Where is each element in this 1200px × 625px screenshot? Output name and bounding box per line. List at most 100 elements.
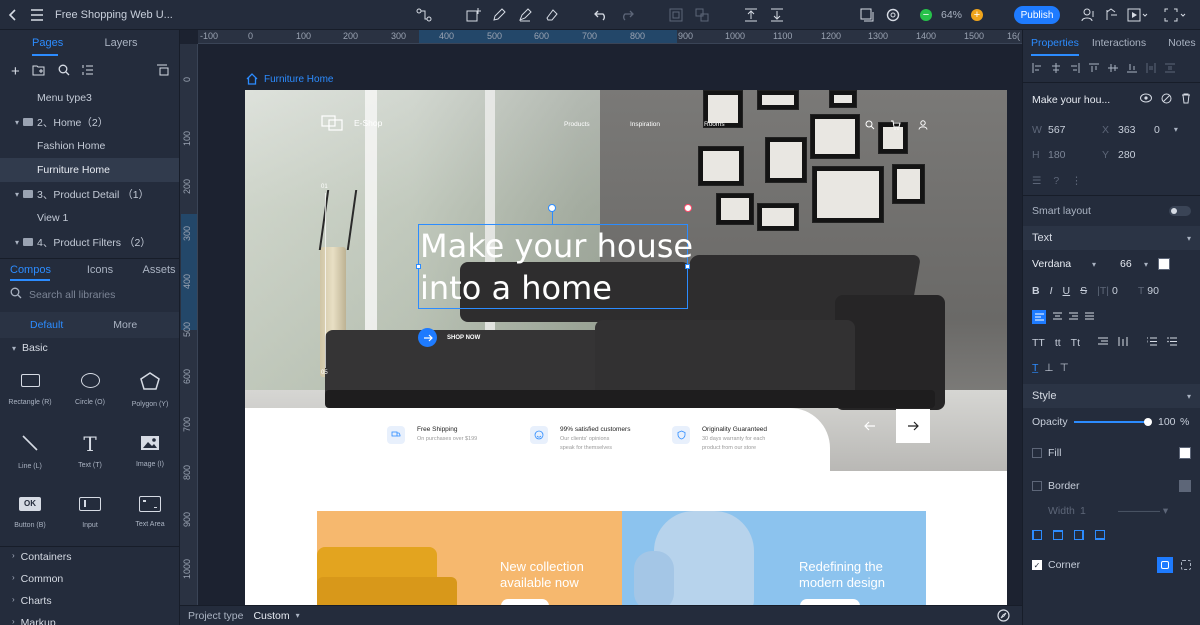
- strikethrough-icon[interactable]: S: [1080, 285, 1087, 297]
- opacity-value[interactable]: 100: [1158, 416, 1176, 428]
- visibility-icon[interactable]: [1140, 93, 1152, 107]
- chevron-down-icon[interactable]: ▾: [1187, 234, 1191, 243]
- tab-compos[interactable]: Compos: [10, 259, 51, 281]
- capitalize-icon[interactable]: Tt: [1071, 337, 1080, 349]
- zoom-level[interactable]: 64%: [941, 0, 962, 30]
- lowercase-icon[interactable]: tt: [1055, 337, 1061, 349]
- opacity-slider[interactable]: [1074, 418, 1152, 426]
- eraser-icon[interactable]: [544, 0, 558, 30]
- tab-notes[interactable]: Notes: [1168, 37, 1195, 49]
- font-size-field[interactable]: 66: [1120, 258, 1144, 270]
- collaborators-icon[interactable]: [1081, 0, 1097, 30]
- border-bottom-icon[interactable]: [1095, 530, 1105, 540]
- text-align-center-icon[interactable]: [1053, 311, 1062, 323]
- category-markup[interactable]: › Markup: [12, 617, 56, 625]
- back-icon[interactable]: [8, 0, 18, 30]
- component-polygon[interactable]: Polygon (Y): [120, 368, 179, 418]
- info-icon[interactable]: ⋮: [1071, 175, 1082, 187]
- columns-icon[interactable]: [1118, 337, 1129, 349]
- align-right-icon[interactable]: [1070, 62, 1080, 76]
- border-color-swatch[interactable]: [1179, 479, 1191, 492]
- library-search[interactable]: Search all libraries: [10, 287, 115, 302]
- fill-checkbox[interactable]: [1032, 447, 1042, 458]
- align-bottom-icon[interactable]: [770, 0, 784, 30]
- valign-middle-icon[interactable]: ⊥: [1044, 362, 1053, 374]
- component-text[interactable]: T Text (T): [60, 430, 120, 480]
- add-frame-icon[interactable]: [466, 0, 481, 30]
- chevron-down-icon[interactable]: ▾: [1174, 125, 1178, 134]
- tab-properties[interactable]: Properties: [1031, 30, 1079, 56]
- y-field[interactable]: 280: [1118, 149, 1136, 161]
- valign-top-icon[interactable]: T̲: [1032, 362, 1038, 374]
- valign-bottom-icon[interactable]: ⊤: [1060, 362, 1069, 374]
- tab-icons[interactable]: Icons: [80, 264, 120, 276]
- component-button[interactable]: OK Button (B): [0, 492, 60, 542]
- nav-inspiration[interactable]: Inspiration: [630, 121, 660, 128]
- tree-item-fashion-home[interactable]: Fashion Home: [0, 134, 179, 158]
- align-bottom-icon[interactable]: [1127, 63, 1137, 76]
- chevron-down-icon[interactable]: ▾: [296, 611, 300, 620]
- distribute-h-icon[interactable]: [1146, 62, 1156, 76]
- tab-more[interactable]: More: [113, 319, 137, 331]
- tree-item-menu-type3[interactable]: Menu type3: [0, 86, 179, 110]
- page-label[interactable]: Furniture Home: [246, 73, 333, 85]
- resize-handle[interactable]: [685, 264, 690, 269]
- chevron-down-icon[interactable]: ▾: [1187, 392, 1191, 401]
- undo-icon[interactable]: [594, 0, 608, 30]
- settings-icon[interactable]: [886, 0, 900, 30]
- redo-icon[interactable]: [620, 0, 634, 30]
- tab-pages[interactable]: Pages: [32, 30, 63, 56]
- component-input[interactable]: Input: [60, 492, 120, 542]
- nav-products[interactable]: Products: [564, 121, 590, 128]
- chevron-right-icon[interactable]: ▾: [15, 238, 19, 247]
- align-top-icon[interactable]: [744, 0, 758, 30]
- style-section-header[interactable]: Style: [1032, 390, 1056, 402]
- element-name[interactable]: Make your hou...: [1032, 94, 1110, 106]
- tab-interactions[interactable]: Interactions: [1092, 37, 1146, 49]
- fill-color-swatch[interactable]: [1179, 446, 1191, 459]
- basic-section-header[interactable]: ▾ Basic: [12, 342, 48, 354]
- text-align-left-icon[interactable]: [1032, 310, 1046, 324]
- letter-spacing-field[interactable]: |T| 0: [1097, 285, 1118, 297]
- connector-icon[interactable]: [416, 0, 432, 30]
- smart-layout-toggle[interactable]: [1169, 206, 1191, 216]
- chevron-down-icon[interactable]: ▾: [1092, 260, 1120, 269]
- uppercase-icon[interactable]: TT: [1032, 337, 1045, 349]
- delete-icon[interactable]: [1181, 93, 1191, 107]
- slider-next-button[interactable]: [896, 409, 930, 443]
- zoom-in-icon[interactable]: +: [971, 0, 983, 30]
- underline-icon[interactable]: U: [1063, 285, 1071, 297]
- preview-size-icon[interactable]: [860, 0, 874, 30]
- pencil-icon[interactable]: [518, 0, 532, 30]
- bold-icon[interactable]: B: [1032, 285, 1040, 297]
- chevron-down-icon[interactable]: ▾: [15, 190, 19, 199]
- share-icon[interactable]: [1104, 0, 1118, 30]
- category-containers[interactable]: › Containers: [12, 551, 71, 563]
- numbered-list-icon[interactable]: [1146, 337, 1158, 349]
- help-icon[interactable]: ?: [1053, 175, 1059, 187]
- promo-card-new-collection[interactable]: New collection available now: [317, 511, 622, 605]
- text-justify-icon[interactable]: [1085, 311, 1094, 323]
- x-field[interactable]: 363: [1118, 124, 1154, 136]
- compass-icon[interactable]: [997, 609, 1010, 625]
- font-family-select[interactable]: Verdana: [1032, 258, 1092, 270]
- border-top-icon[interactable]: [1053, 530, 1063, 540]
- ungroup-icon[interactable]: [695, 0, 709, 30]
- corner-checkbox[interactable]: ✓: [1032, 560, 1042, 570]
- promo-card-modern-design[interactable]: Redefining the modern design: [622, 511, 926, 605]
- constraint-icon[interactable]: ☰: [1032, 175, 1041, 187]
- lock-icon[interactable]: [1161, 93, 1172, 107]
- text-section-header[interactable]: Text: [1032, 232, 1052, 244]
- line-height-field[interactable]: T 90: [1138, 285, 1159, 297]
- category-charts[interactable]: › Charts: [12, 595, 52, 607]
- component-image[interactable]: Image (I): [120, 430, 179, 480]
- tree-item-home-folder[interactable]: ▾ 2、Home（2）: [0, 110, 179, 134]
- project-type-select[interactable]: Custom: [253, 610, 289, 622]
- add-folder-icon[interactable]: [32, 64, 46, 79]
- align-middle-icon[interactable]: [1108, 63, 1118, 76]
- site-logo[interactable]: E-Shop: [321, 115, 382, 131]
- border-style-select[interactable]: ———— ▾: [1118, 505, 1168, 517]
- tree-item-furniture-home[interactable]: Furniture Home: [0, 158, 179, 182]
- bullet-list-icon[interactable]: [1167, 337, 1178, 349]
- group-icon[interactable]: [669, 0, 683, 30]
